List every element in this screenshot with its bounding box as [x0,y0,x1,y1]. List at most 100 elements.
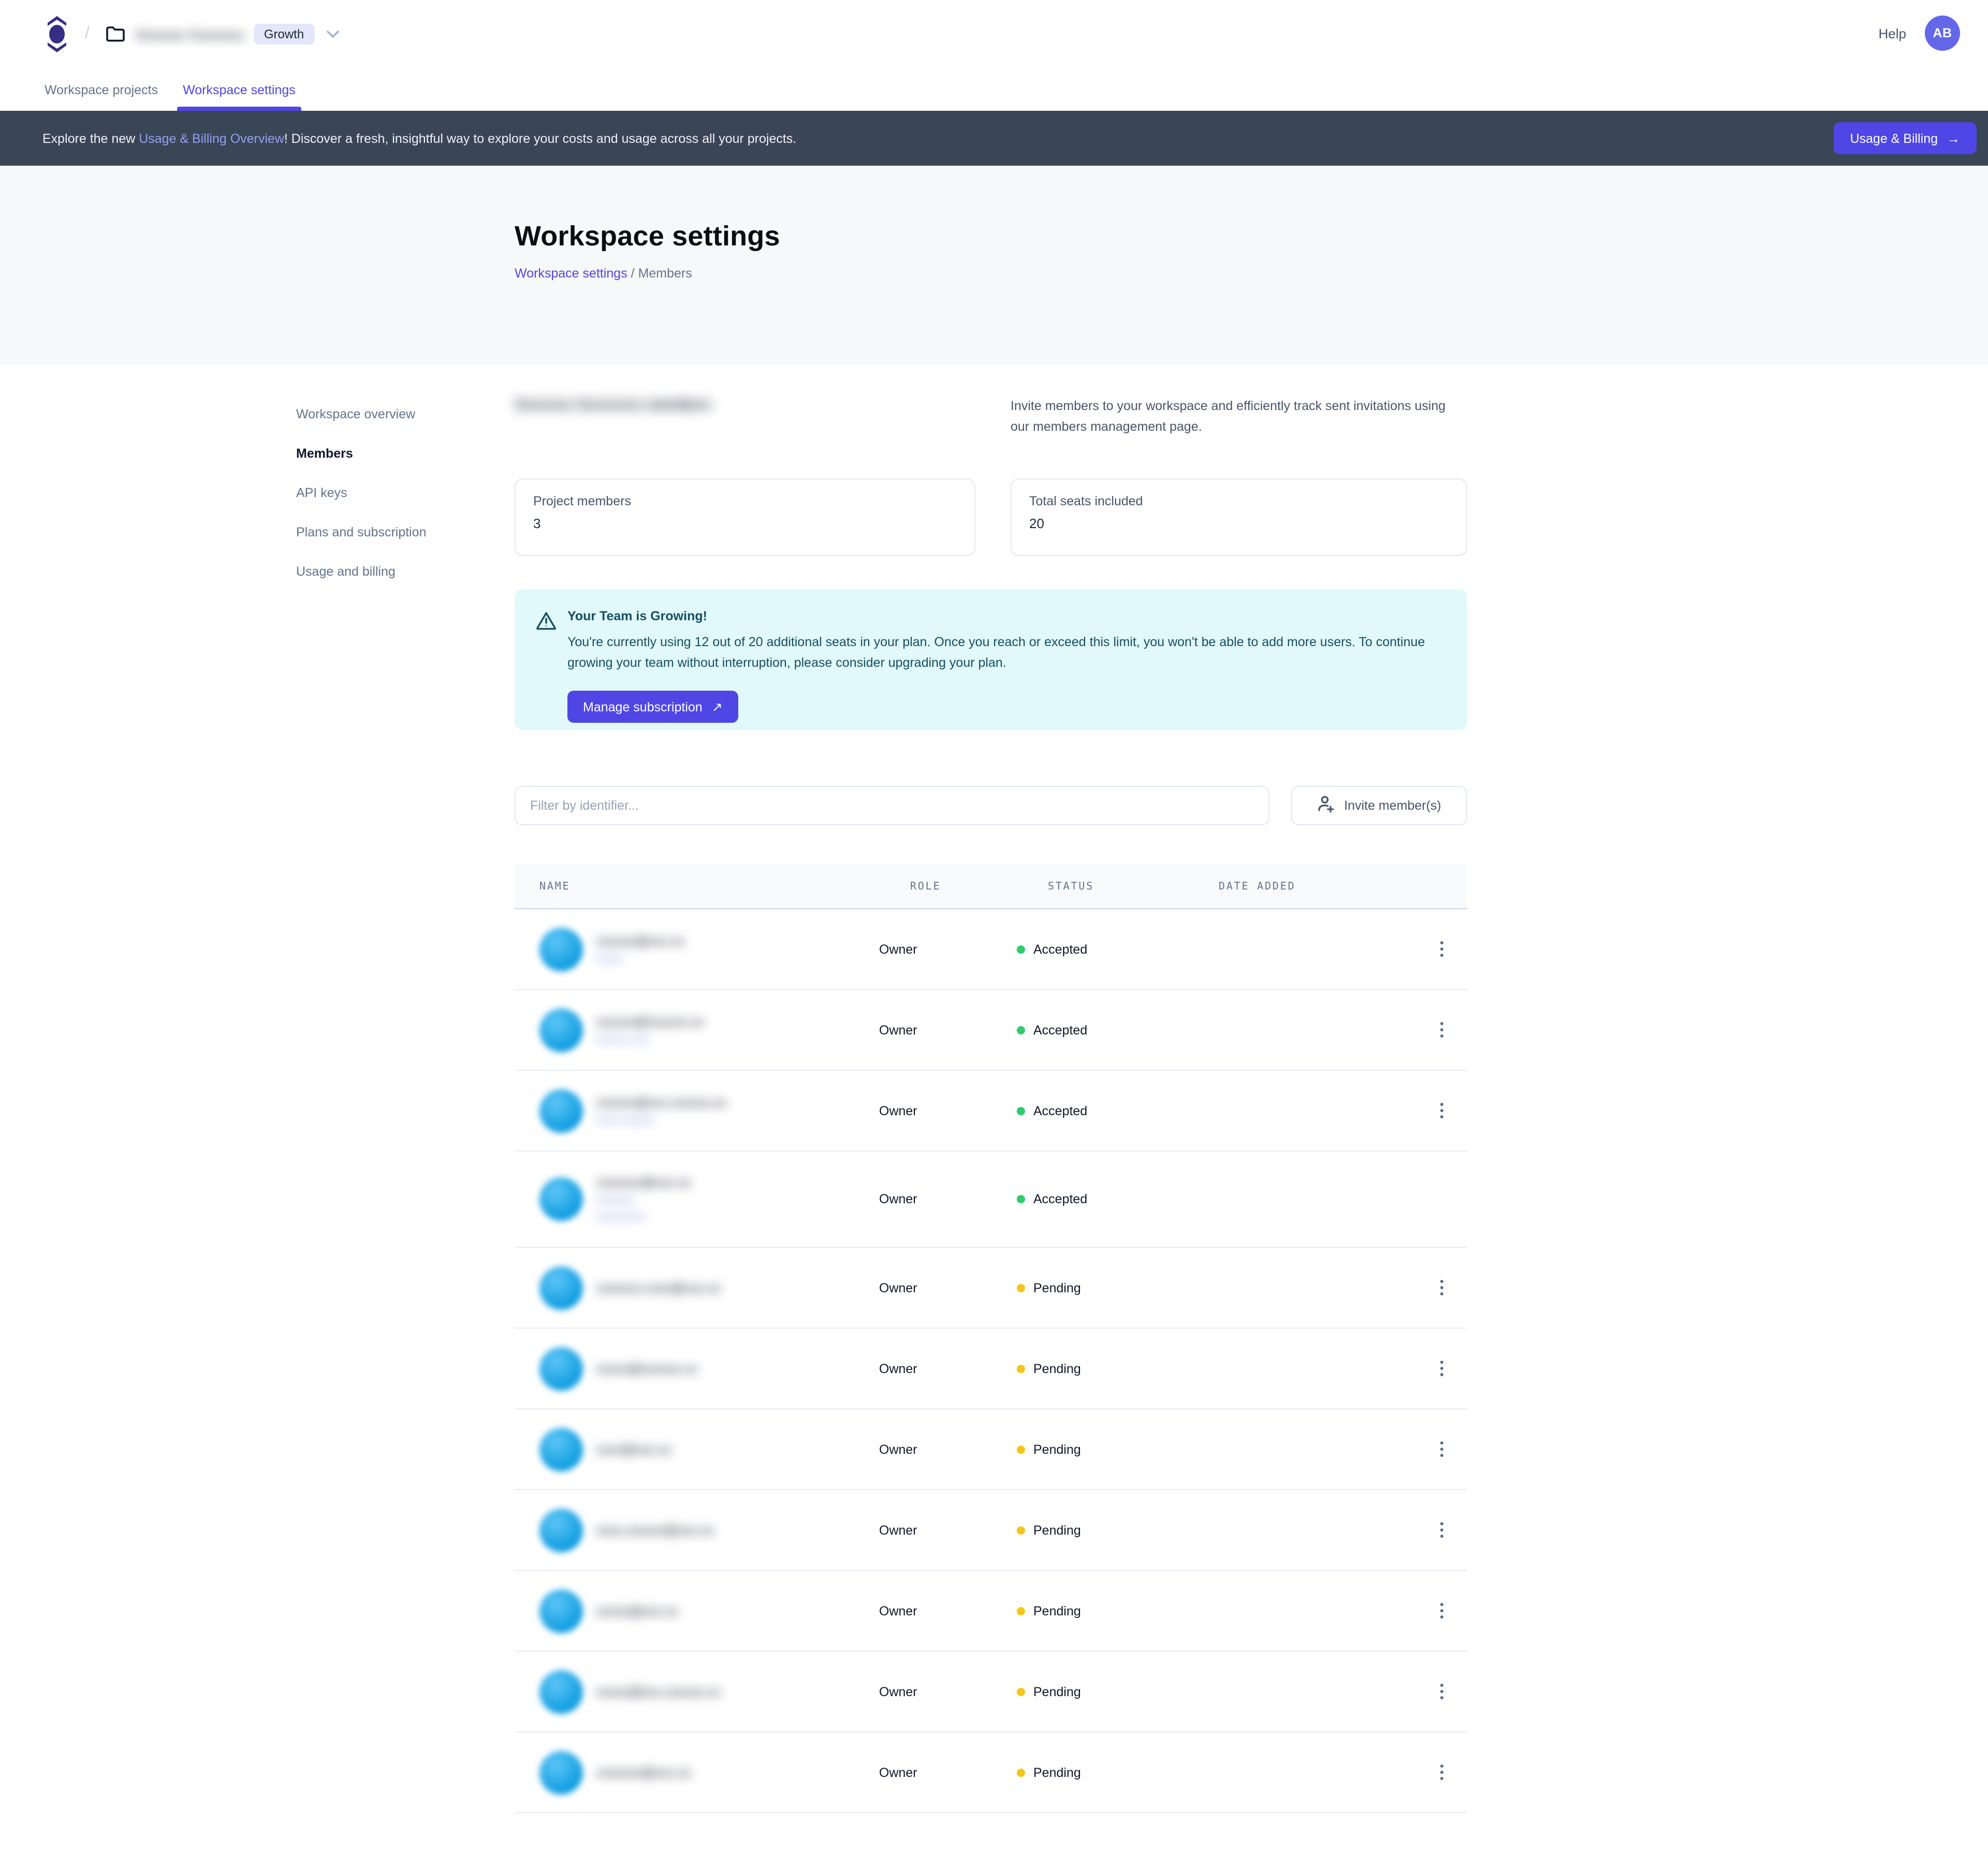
kebab-menu-icon[interactable] [1436,1680,1448,1703]
member-username: xxxxxxx [596,1193,691,1207]
member-role: Owner [879,1603,1017,1618]
member-status: Pending [1017,1442,1188,1456]
kebab-menu-icon[interactable] [1436,1018,1448,1042]
member-avatar [539,927,583,971]
settings-side-nav: Workspace overview Members API keys Plans a… [296,399,427,595]
status-dot [1017,945,1025,953]
sidebar-item-members[interactable]: Members [296,438,427,469]
alert-text: You're currently using 12 out of 20 addi… [567,632,1446,673]
banner-text: Explore the new Usage & Billing Overview… [42,131,796,145]
member-username: xxxxxx xxx [596,1032,704,1046]
member-menu-cell [1436,1599,1467,1623]
status-dot [1017,1445,1025,1453]
member-status: Pending [1017,1684,1188,1699]
member-menu-cell [1436,1760,1467,1784]
member-status: Accepted [1017,1103,1188,1118]
arrow-up-right-icon: ↗ [712,699,723,715]
table-header: NAME ROLE STATUS DATE ADDED [515,865,1467,909]
page-title: Workspace settings [515,221,1988,253]
member-avatar [539,1089,583,1132]
user-plus-icon [1317,795,1335,816]
table-row: xxxxxxx@xxx.xx Owner Pending [515,1732,1467,1813]
member-email: xxxxxx@xxxxxx.xx [596,1013,704,1030]
table-body: xxxxxx@xxx.xx xxxxx Owner Accepted xxxxx… [515,909,1467,1813]
arrow-right-icon: → [1947,131,1960,145]
kebab-menu-icon[interactable] [1436,1760,1448,1784]
column-header-status: STATUS [1048,881,1219,892]
breadcrumb-separator: / [627,266,638,281]
invite-copy-text: Invite members to your workspace and eff… [1011,396,1467,437]
kebab-menu-icon[interactable] [1436,1518,1448,1542]
table-row: xxxxxx@xxx.xxxxxx.xx xxxx xxxxxx Owner A… [515,1071,1467,1151]
member-menu-cell [1436,1099,1467,1122]
kebab-menu-icon[interactable] [1436,1357,1448,1380]
member-role: Owner [879,1765,1017,1780]
stat-value: 3 [533,516,957,531]
folder-icon [106,26,126,42]
tab-workspace-settings[interactable]: Workspace settings [181,72,298,111]
stat-cards: Project members 3 Total seats included 2… [515,478,1467,556]
member-email: xxxxx@xxx.xx [596,1602,678,1619]
invite-members-button[interactable]: Invite member(s) [1291,786,1467,825]
member-menu-cell [1436,1018,1467,1042]
member-role: Owner [879,1280,1017,1295]
member-menu-cell [1436,1518,1467,1542]
member-email: xxxxxxx@xxx.xx [596,1174,691,1191]
members-table: NAME ROLE STATUS DATE ADDED xxxxxx@xxx.x… [515,865,1467,1813]
table-row: xxxxx@xxx.xxxxxx.xx Owner Pending [515,1652,1467,1732]
usage-billing-button[interactable]: Usage & Billing → [1833,122,1977,154]
breadcrumb-separator: / [85,25,90,43]
sidebar-item-api-keys[interactable]: API keys [296,477,427,508]
stat-label: Total seats included [1029,494,1449,508]
member-menu-cell [1436,1357,1467,1380]
warning-icon [535,611,557,636]
member-menu-cell [1436,937,1467,961]
member-name-cell: xxxxxxx@xxx.xx [539,1751,879,1794]
tab-workspace-projects[interactable]: Workspace projects [42,72,160,111]
workspace-breadcrumb[interactable]: Xxxxxxx Xxxxxxxx Growth [106,24,339,45]
member-avatar [539,1266,583,1309]
column-header-role: ROLE [910,881,1048,892]
user-avatar[interactable]: AB [1925,16,1960,51]
kebab-menu-icon[interactable] [1436,1437,1448,1461]
status-dot [1017,1526,1025,1534]
member-avatar [539,1589,583,1632]
member-name-cell: xxxx.xxxxxx@xxx.xx [539,1508,879,1552]
filter-input[interactable] [515,786,1269,825]
member-status: Pending [1017,1361,1188,1376]
member-name-cell: xxxxxx@xxx.xx xxxxx [539,927,879,971]
workspace-tabs: Workspace projects Workspace settings [42,72,298,111]
member-menu-cell [1436,1187,1467,1211]
app-logo-icon[interactable] [46,14,68,54]
usage-billing-button-label: Usage & Billing [1850,131,1938,145]
kebab-menu-icon[interactable] [1436,1099,1448,1122]
member-email: xxxxx@xxx.xxxxxx.xx [596,1683,720,1700]
member-role: Owner [879,942,1017,956]
member-username: xxxx xxxxxx [596,1113,727,1127]
breadcrumb-link-workspace-settings[interactable]: Workspace settings [515,266,627,281]
total-seats-card: Total seats included 20 [1011,478,1467,556]
sidebar-item-usage-and-billing[interactable]: Usage and billing [296,556,427,587]
manage-subscription-button[interactable]: Manage subscription ↗ [567,691,738,723]
usage-billing-overview-link[interactable]: Usage & Billing Overview [139,131,284,145]
member-role: Owner [879,1684,1017,1699]
chevron-down-icon[interactable] [326,30,339,38]
usage-billing-banner: Explore the new Usage & Billing Overview… [0,111,1988,166]
column-header-name: NAME [539,881,910,892]
table-row: xxxxxx@xxx.xx xxxxx Owner Accepted [515,909,1467,990]
member-email: xxxxxx@xxx.xx [596,932,684,949]
page: / Xxxxxxx Xxxxxxxx Growth Help AB Worksp… [0,0,1988,1866]
status-dot [1017,1284,1025,1292]
sidebar-item-workspace-overview[interactable]: Workspace overview [296,399,427,430]
kebab-menu-icon[interactable] [1436,1599,1448,1623]
member-name-cell: xxxxxxx@xxx.xx xxxxxxx xxxxxxxxx [539,1174,879,1224]
alert-title: Your Team is Growing! [567,609,1446,623]
sidebar-item-plans-and-subscription[interactable]: Plans and subscription [296,517,427,548]
kebab-menu-icon[interactable] [1436,937,1448,961]
help-link[interactable]: Help [1879,25,1907,41]
member-name-cell: xxxxx@xxxxxx.xx [539,1347,879,1390]
kebab-menu-icon[interactable] [1436,1276,1448,1300]
table-row: xxxx.xxxxxx@xxx.xx Owner Pending [515,1490,1467,1571]
member-name-cell: xxxxxx@xxxxxx.xx xxxxxx xxx [539,1008,879,1052]
member-username-2: xxxxxxxxx [596,1209,691,1224]
